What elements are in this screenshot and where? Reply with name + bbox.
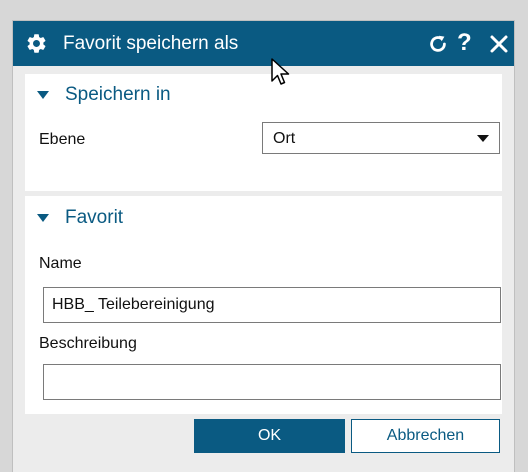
description-label: Beschreibung xyxy=(39,335,137,352)
save-in-section: Speichern in Ebene Ort xyxy=(25,74,502,191)
save-favorite-dialog: Favorit speichern als ? Speichern in Ebe… xyxy=(12,20,515,472)
save-in-section-label: Speichern in xyxy=(65,84,171,105)
gear-icon xyxy=(27,34,46,53)
name-input[interactable] xyxy=(43,287,501,323)
title-bar[interactable]: Favorit speichern als ? xyxy=(13,21,514,66)
close-icon[interactable] xyxy=(489,34,509,54)
level-dropdown-value: Ort xyxy=(273,130,296,147)
dialog-title: Favorit speichern als xyxy=(63,33,239,54)
favorite-section: Favorit Name Beschreibung xyxy=(25,196,502,414)
dropdown-arrow-icon xyxy=(477,135,489,142)
caret-down-icon xyxy=(37,214,49,222)
ok-button[interactable]: OK xyxy=(194,419,345,453)
level-dropdown[interactable]: Ort xyxy=(262,122,500,154)
cancel-button[interactable]: Abbrechen xyxy=(351,419,500,453)
name-label: Name xyxy=(39,255,82,272)
caret-down-icon xyxy=(37,91,49,99)
favorite-section-label: Favorit xyxy=(65,207,124,228)
description-input[interactable] xyxy=(43,364,501,400)
level-label: Ebene xyxy=(39,131,86,148)
refresh-icon[interactable] xyxy=(427,33,449,55)
help-icon[interactable]: ? xyxy=(457,29,472,57)
